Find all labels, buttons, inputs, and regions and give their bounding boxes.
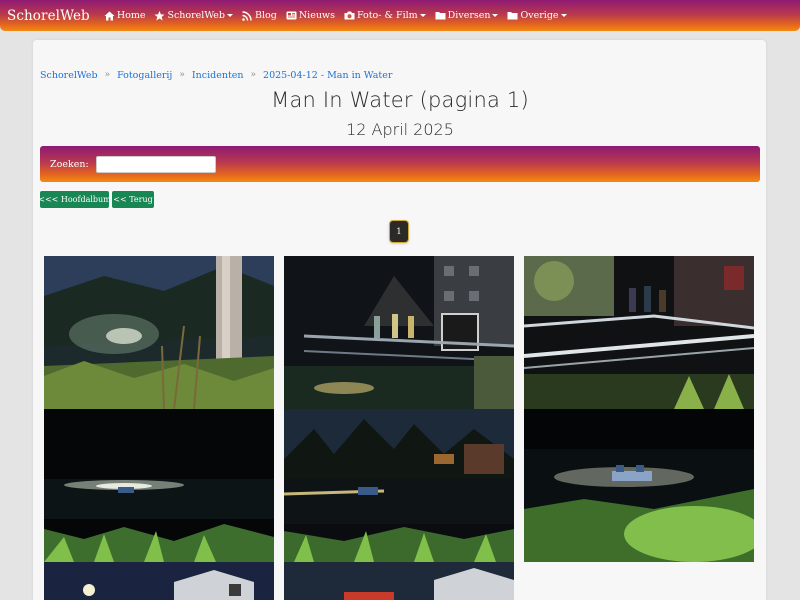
gallery-photo[interactable]	[44, 409, 274, 562]
gallery-photo[interactable]	[284, 256, 514, 409]
nav-item-blog[interactable]: Blog	[242, 10, 277, 21]
back-button[interactable]: << Terug	[112, 191, 154, 208]
camera-icon	[344, 11, 355, 20]
caret-down-icon	[227, 14, 234, 17]
caret-down-icon	[492, 14, 499, 17]
pagination-page-1[interactable]: 1	[390, 221, 408, 242]
main-album-button[interactable]: <<< Hoofdalbum	[38, 191, 111, 208]
search-label: Zoeken:	[50, 158, 89, 170]
newspaper-icon	[286, 11, 297, 20]
page-date: 12 April 2025	[346, 120, 454, 139]
breadcrumb-link-album[interactable]: 2025-04-12 - Man in Water	[263, 70, 392, 81]
caret-down-icon	[419, 14, 426, 17]
breadcrumb: SchorelWeb » Fotogallerij » Incidenten »…	[40, 68, 392, 82]
nav-item-diversen[interactable]: Diversen	[435, 10, 499, 21]
search-bar: Zoeken:	[40, 146, 760, 182]
folder-icon	[435, 11, 446, 20]
gallery-photo[interactable]	[284, 562, 514, 600]
breadcrumb-separator: »	[179, 70, 185, 80]
nav-item-label: Foto- & Film	[356, 10, 418, 21]
star-icon	[154, 11, 165, 21]
breadcrumb-separator: »	[104, 70, 111, 80]
page-title: Man In Water (pagina 1)	[271, 88, 529, 112]
breadcrumb-link-schorelweb[interactable]: SchorelWeb	[40, 70, 98, 81]
nav-item-label: SchorelWeb	[167, 10, 226, 21]
gallery-photo[interactable]	[524, 409, 754, 562]
nav-item-schorelweb[interactable]: SchorelWeb	[154, 10, 234, 21]
nav-item-overige[interactable]: Overige	[507, 10, 567, 21]
navbar: SchorelWeb Home SchorelWeb Blog Nieuws F…	[0, 0, 800, 31]
nav-item-label: Diversen	[447, 10, 491, 21]
caret-down-icon	[560, 14, 567, 17]
nav-item-foto-film[interactable]: Foto- & Film	[344, 10, 426, 21]
gallery-photo[interactable]	[44, 256, 274, 409]
brand-link[interactable]: SchorelWeb	[7, 8, 90, 24]
nav-item-home[interactable]: Home	[104, 10, 146, 21]
gallery-photo[interactable]	[524, 256, 754, 409]
nav-item-label: Nieuws	[298, 10, 335, 21]
nav-item-label: Blog	[255, 10, 277, 21]
breadcrumb-link-fotogallerij[interactable]: Fotogallerij	[117, 70, 172, 81]
home-icon	[104, 11, 115, 21]
rss-icon	[242, 11, 252, 21]
breadcrumb-separator: »	[250, 70, 257, 80]
folder-icon	[507, 11, 518, 20]
nav-item-label: Home	[116, 10, 146, 21]
nav-item-label: Overige	[520, 10, 559, 21]
search-input[interactable]	[95, 155, 216, 173]
breadcrumb-link-incidenten[interactable]: Incidenten	[192, 70, 244, 81]
nav-item-nieuws[interactable]: Nieuws	[286, 10, 335, 21]
gallery-photo[interactable]	[44, 562, 274, 600]
gallery-photo[interactable]	[284, 409, 514, 562]
